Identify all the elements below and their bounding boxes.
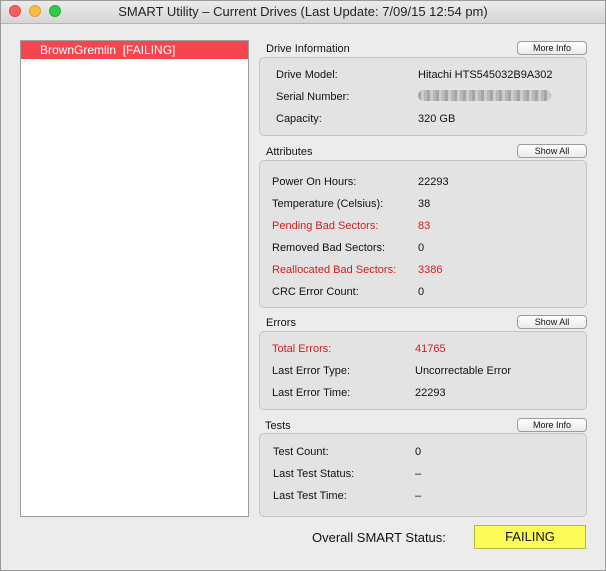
last-test-time-value: – <box>415 490 422 502</box>
test-count-value: 0 <box>415 446 422 458</box>
last-test-status-label: Last Test Status: <box>273 468 355 480</box>
drive-list-item[interactable]: BrownGremlin [FAILING] <box>21 41 248 59</box>
capacity-value: 320 GB <box>418 113 456 125</box>
last-error-time-label: Last Error Time: <box>272 387 351 399</box>
smart-utility-window: SMART Utility – Current Drives (Last Upd… <box>0 0 606 571</box>
pending-bad-sectors-value: 83 <box>418 220 431 232</box>
tests-heading: Tests <box>265 420 291 432</box>
removed-bad-sectors-value: 0 <box>418 242 425 254</box>
serial-number-label: Serial Number: <box>276 91 350 103</box>
reallocated-bad-sectors-value: 3386 <box>418 264 443 276</box>
temperature-label: Temperature (Celsius): <box>272 198 384 210</box>
errors-show-all-button[interactable]: Show All <box>517 315 587 329</box>
drive-information-heading: Drive Information <box>266 43 350 55</box>
last-error-time-value: 22293 <box>415 387 446 399</box>
attributes-show-all-button[interactable]: Show All <box>517 144 587 158</box>
total-errors-value: 41765 <box>415 343 446 355</box>
drive-model-value: Hitachi HTS545032B9A302 <box>418 69 553 81</box>
last-error-type-value: Uncorrectable Error <box>415 365 511 377</box>
temperature-value: 38 <box>418 198 431 210</box>
overall-status-label: Overall SMART Status: <box>312 530 446 545</box>
drive-info-more-info-button[interactable]: More Info <box>517 41 587 55</box>
total-errors-label: Total Errors: <box>272 343 332 355</box>
drive-list[interactable]: BrownGremlin [FAILING] <box>20 40 249 517</box>
attributes-heading: Attributes <box>266 146 313 158</box>
title-bar: SMART Utility – Current Drives (Last Upd… <box>1 1 605 24</box>
errors-heading: Errors <box>266 317 296 329</box>
last-test-status-value: – <box>415 468 422 480</box>
reallocated-bad-sectors-label: Reallocated Bad Sectors: <box>272 264 397 276</box>
last-test-time-label: Last Test Time: <box>273 490 347 502</box>
crc-error-count-label: CRC Error Count: <box>272 286 359 298</box>
last-error-type-label: Last Error Type: <box>272 365 351 377</box>
test-count-label: Test Count: <box>273 446 329 458</box>
power-on-hours-label: Power On Hours: <box>272 176 357 188</box>
drive-model-label: Drive Model: <box>276 69 338 81</box>
window-title: SMART Utility – Current Drives (Last Upd… <box>118 4 488 19</box>
capacity-label: Capacity: <box>276 113 322 125</box>
removed-bad-sectors-label: Removed Bad Sectors: <box>272 242 386 254</box>
tests-more-info-button[interactable]: More Info <box>517 418 587 432</box>
serial-number-redacted <box>418 90 551 101</box>
crc-error-count-value: 0 <box>418 286 425 298</box>
overall-status-badge: FAILING <box>474 525 586 549</box>
pending-bad-sectors-label: Pending Bad Sectors: <box>272 220 379 232</box>
power-on-hours-value: 22293 <box>418 176 449 188</box>
